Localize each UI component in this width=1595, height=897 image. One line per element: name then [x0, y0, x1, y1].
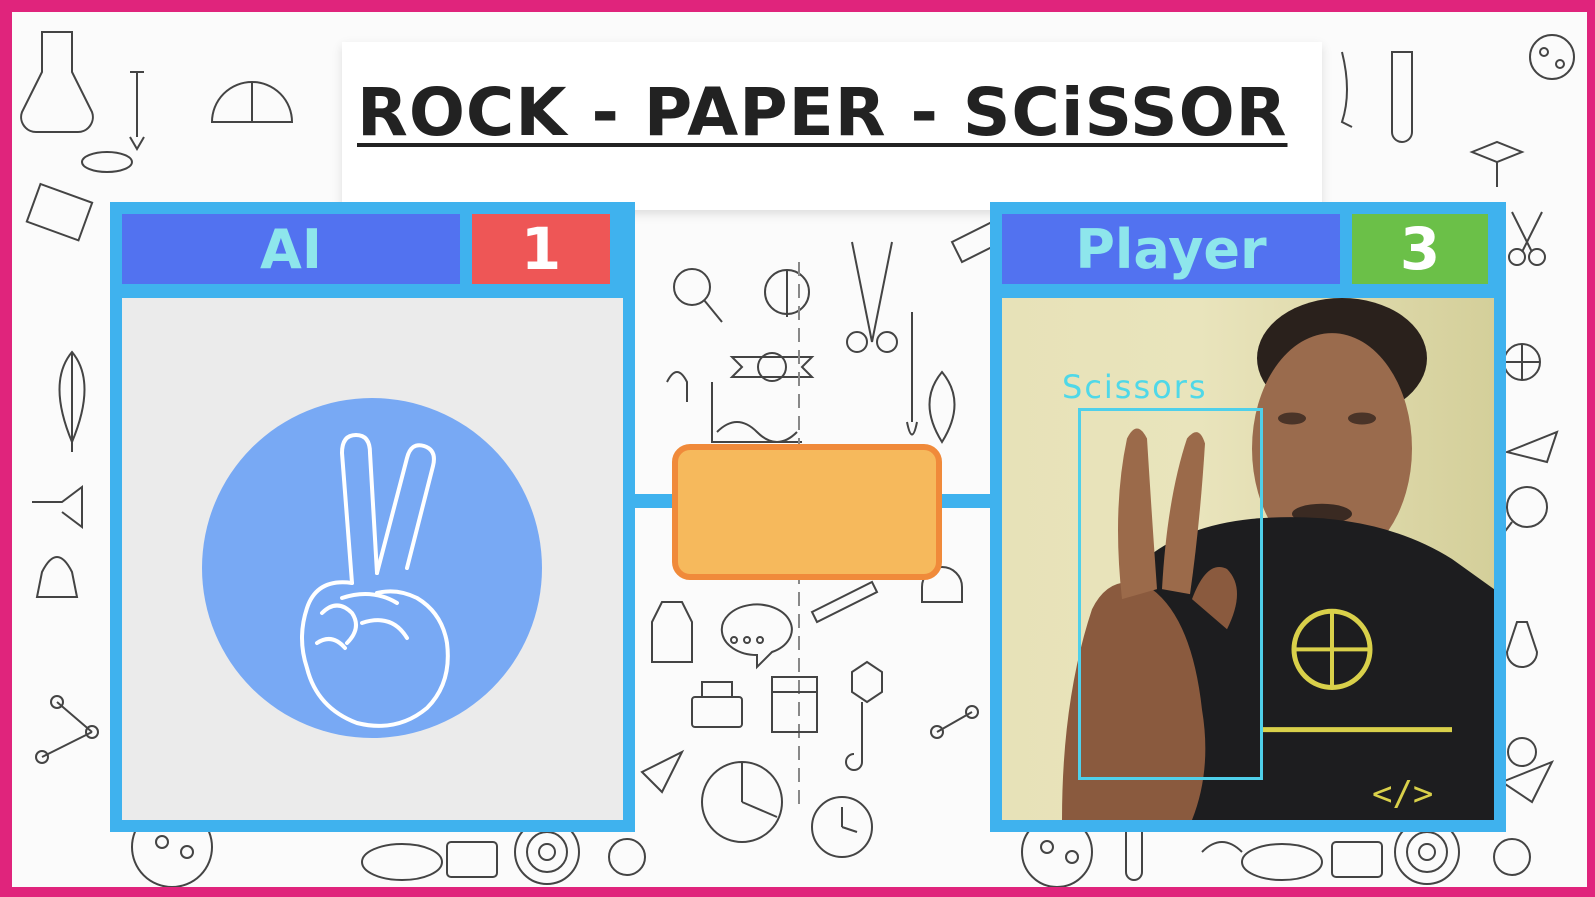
game-frame: ROCK - PAPER - SCiSSOR AI 1 Player 3 </>…: [0, 0, 1595, 897]
player-label: Player: [1002, 214, 1340, 284]
player-panel: Player 3 </> Scissors: [990, 202, 1506, 832]
ai-score: 1: [472, 214, 610, 284]
webcam-feed: </> Scissors: [1002, 298, 1494, 820]
peace-hand-icon: [202, 398, 542, 738]
svg-text:</>: </>: [1372, 774, 1433, 814]
game-title: ROCK - PAPER - SCiSSOR: [357, 74, 1288, 151]
ai-panel: AI 1: [110, 202, 635, 832]
player-score: 3: [1352, 214, 1488, 284]
ai-move-display: [122, 298, 623, 820]
detected-gesture-label: Scissors: [1062, 368, 1208, 406]
result-box: [672, 444, 942, 580]
hand-detection-box: [1078, 408, 1263, 780]
ai-label: AI: [122, 214, 460, 284]
